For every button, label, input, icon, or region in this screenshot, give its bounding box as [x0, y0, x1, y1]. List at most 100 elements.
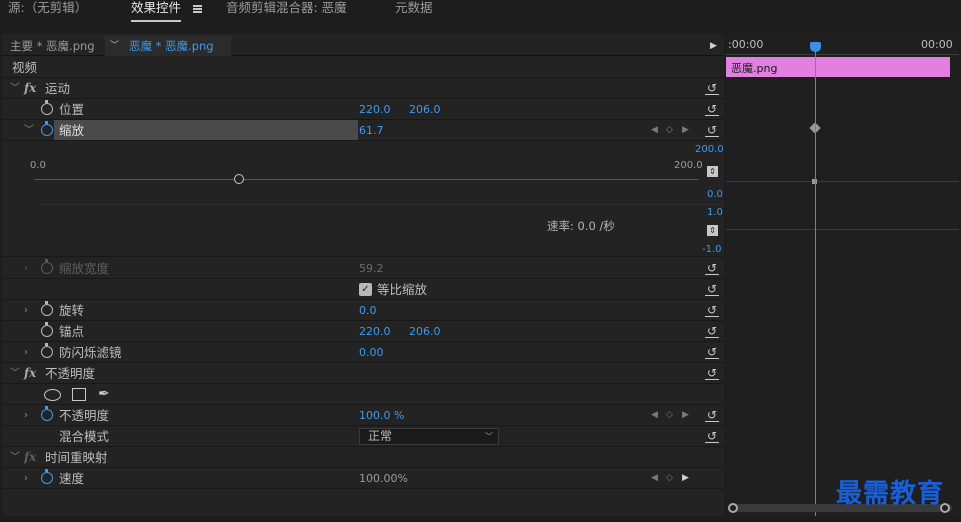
reset-icon[interactable]: ↺	[705, 408, 719, 422]
effect-motion-row[interactable]: ﹀ fx 运动 ↺	[2, 78, 724, 99]
reset-icon[interactable]: ↺	[705, 324, 719, 338]
anchor-y-value[interactable]: 206.0	[409, 321, 441, 342]
effect-time-remap-row[interactable]: ﹀ fx 时间重映射	[2, 447, 724, 468]
position-y-value[interactable]: 206.0	[409, 99, 441, 120]
playhead-handle-icon[interactable]	[810, 42, 821, 52]
panel-menu-icon-line	[193, 8, 202, 10]
reset-icon[interactable]: ↺	[705, 366, 719, 380]
chevron-down-icon[interactable]: ﹀	[110, 36, 119, 56]
stopwatch-icon[interactable]	[41, 100, 53, 115]
chevron-right-icon[interactable]: ›	[24, 468, 28, 489]
uniform-scale-checkbox[interactable]: ✓	[359, 283, 372, 296]
graph-divider	[40, 204, 724, 205]
rectangle-mask-icon[interactable]	[72, 388, 86, 401]
add-keyframe-icon[interactable]: ◇	[666, 405, 673, 426]
reset-icon[interactable]: ↺	[705, 303, 719, 317]
ellipse-mask-icon[interactable]	[44, 389, 61, 401]
reset-icon[interactable]: ↺	[705, 282, 719, 296]
reset-icon[interactable]: ↺	[705, 123, 719, 137]
watermark-logo: 最需教育	[836, 479, 945, 509]
stopwatch-icon	[41, 259, 53, 274]
scale-width-label: 缩放宽度	[59, 261, 110, 276]
opacity-label: 不透明度	[59, 408, 110, 423]
timeline-clip[interactable]: 恶魔.png	[726, 57, 950, 77]
mini-timeline: :00:00 00:00 恶魔.png	[726, 34, 959, 516]
rotation-label: 旋转	[59, 303, 85, 318]
panel-menu-icon[interactable]	[193, 5, 202, 7]
reset-icon[interactable]: ↺	[705, 102, 719, 116]
chevron-right-icon[interactable]: ›	[24, 300, 28, 321]
stopwatch-icon[interactable]	[41, 301, 53, 316]
chevron-down-icon[interactable]: ﹀	[10, 363, 20, 384]
property-anchor-row: 锚点 220.0 206.0 ↺	[2, 321, 724, 342]
graph-line	[726, 229, 959, 230]
reset-icon[interactable]: ↺	[705, 345, 719, 359]
rotation-value[interactable]: 0.0	[359, 300, 377, 321]
uniform-scale-label: 等比缩放	[377, 282, 428, 297]
add-keyframe-icon[interactable]: ◇	[666, 468, 673, 489]
anti-flicker-value[interactable]: 0.00	[359, 342, 384, 363]
chevron-down-icon: ﹀	[485, 432, 493, 441]
stopwatch-icon[interactable]	[41, 343, 53, 358]
fx-icon[interactable]: fx	[24, 78, 36, 99]
chevron-right-icon[interactable]: ›	[24, 258, 28, 279]
property-opacity-row: › 不透明度 100.0 % ◀ ◇ ▶ ↺	[2, 405, 724, 426]
chevron-down-icon[interactable]: ﹀	[10, 447, 20, 468]
property-scale-row: ﹀ 缩放 61.7 ◀ ◇ ▶ ↺	[2, 120, 724, 141]
position-x-value[interactable]: 220.0	[359, 99, 391, 120]
property-speed-row: › 速度 100.00% ◀ ◇ ▶	[2, 468, 724, 489]
property-anti-flicker-row: › 防闪烁滤镜 0.00 ↺	[2, 342, 724, 363]
scale-slider-handle[interactable]	[233, 174, 244, 184]
sequence-clip-tab[interactable]: 恶魔 * 恶魔.png	[105, 36, 231, 56]
chevron-right-icon[interactable]: ›	[24, 405, 28, 426]
play-triangle-icon[interactable]: ▶	[710, 36, 717, 56]
prev-keyframe-icon[interactable]: ◀	[651, 468, 658, 489]
scale-slider-track[interactable]	[34, 179, 698, 180]
stopwatch-icon[interactable]	[41, 406, 53, 421]
effect-opacity-row[interactable]: ﹀ fx 不透明度 ↺	[2, 363, 724, 384]
speed-value[interactable]: 100.00%	[359, 468, 408, 489]
chevron-right-icon[interactable]: ›	[24, 342, 28, 363]
fx-icon[interactable]: fx	[24, 363, 36, 384]
blend-mode-value: 正常	[368, 429, 393, 443]
prev-keyframe-icon[interactable]: ◀	[651, 120, 658, 141]
tab-audio-clip-mixer[interactable]: 音频剪辑混合器: 恶魔	[226, 0, 347, 22]
tab-effect-controls[interactable]: 效果控件	[131, 0, 182, 22]
reset-icon[interactable]: ↺	[705, 429, 719, 443]
velocity-graph-scale-icon[interactable]: ⇕	[707, 225, 718, 236]
pen-mask-icon[interactable]: ✒	[98, 384, 110, 405]
tab-source[interactable]: 源:（无剪辑）	[8, 0, 87, 22]
anchor-x-value[interactable]: 220.0	[359, 321, 391, 342]
scrollbar-left-handle[interactable]	[728, 503, 738, 513]
anchor-label: 锚点	[59, 324, 85, 339]
next-keyframe-icon[interactable]: ▶	[682, 468, 689, 489]
add-keyframe-icon[interactable]: ◇	[666, 120, 673, 141]
property-scale-width-row: › 缩放宽度 59.2 ↺	[2, 258, 724, 279]
clip-selector-bar: 主要 * 恶魔.png 恶魔 * 恶魔.png ﹀ ▶	[2, 36, 724, 56]
master-clip-tab[interactable]: 主要 * 恶魔.png	[10, 36, 95, 56]
reset-icon[interactable]: ↺	[705, 81, 719, 95]
scale-row-highlight	[54, 120, 358, 140]
stopwatch-icon[interactable]	[41, 322, 53, 337]
panel-tab-bar: 源:（无剪辑） 效果控件 音频剪辑混合器: 恶魔 元数据	[0, 0, 961, 26]
time-remap-label: 时间重映射	[45, 450, 108, 465]
property-rotation-row: › 旋转 0.0 ↺	[2, 300, 724, 321]
blend-mode-label: 混合模式	[59, 429, 110, 444]
value-graph-scale-icon[interactable]: ⇕	[707, 166, 718, 177]
scale-expanded-graph: 0.0 200.0 200.0 ⇕ 0.0 1.0 ⇕ -1.0 速率: 0.0…	[2, 141, 724, 257]
stopwatch-icon[interactable]	[41, 469, 53, 484]
prev-keyframe-icon[interactable]: ◀	[651, 405, 658, 426]
fx-icon: fx	[24, 450, 37, 464]
playhead-line[interactable]	[815, 48, 816, 516]
chevron-down-icon[interactable]: ﹀	[10, 78, 20, 99]
next-keyframe-icon[interactable]: ▶	[682, 405, 689, 426]
blend-mode-dropdown[interactable]: 正常 ﹀	[359, 428, 499, 445]
chevron-down-icon[interactable]: ﹀	[24, 120, 34, 141]
position-label: 位置	[59, 102, 85, 117]
tab-metadata[interactable]: 元数据	[395, 0, 433, 22]
scale-value[interactable]: 61.7	[359, 120, 384, 141]
stopwatch-icon[interactable]	[41, 121, 53, 136]
opacity-value[interactable]: 100.0 %	[359, 405, 404, 426]
reset-icon[interactable]: ↺	[705, 261, 719, 275]
next-keyframe-icon[interactable]: ▶	[682, 120, 689, 141]
